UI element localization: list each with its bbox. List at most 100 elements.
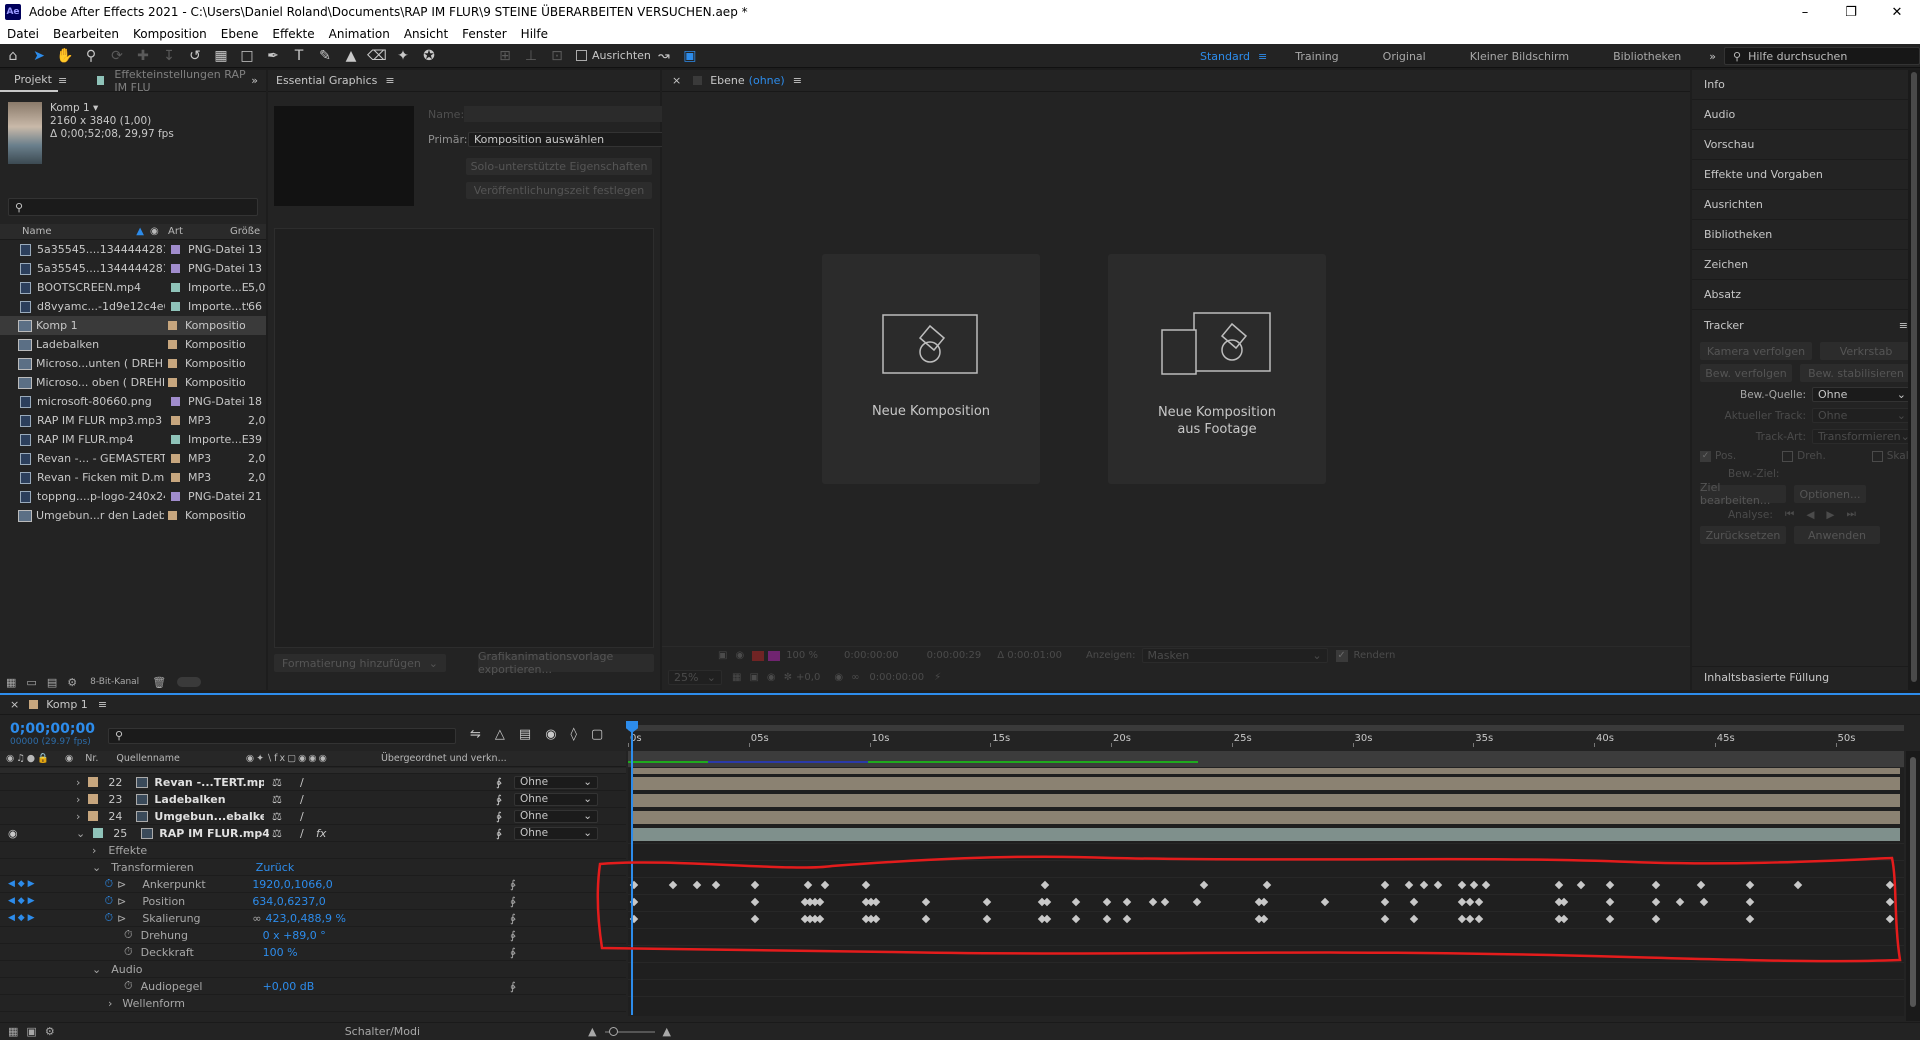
close-icon[interactable]: ✕ — [1874, 0, 1920, 24]
tab-project[interactable]: Projekt — [0, 70, 58, 92]
red-channel-icon[interactable] — [752, 650, 765, 661]
quality-switch-icon[interactable]: ∕ — [300, 793, 304, 806]
layer-source-name[interactable]: Ladebalken — [154, 793, 264, 806]
out-point[interactable]: 0:00:00:29 — [927, 650, 982, 661]
chevron-right-icon[interactable]: › — [76, 793, 80, 806]
eg-export-template-button[interactable]: Grafikanimationsvorlage exportieren... — [478, 650, 654, 676]
label-color-swatch[interactable] — [168, 511, 177, 520]
prop-effects[interactable]: › Effekte — [0, 842, 626, 859]
zoom-slider[interactable] — [604, 1026, 655, 1036]
snap-icon[interactable]: ↝ — [651, 45, 677, 67]
link-icon[interactable]: ∞ — [851, 672, 859, 683]
workspace-training[interactable]: Training — [1273, 50, 1360, 63]
right-panel-item[interactable]: Info — [1692, 70, 1920, 100]
interpret-footage-icon[interactable]: ▦ — [6, 676, 16, 689]
menu-hilfe[interactable]: Hilfe — [514, 27, 555, 41]
layer-bar[interactable] — [632, 768, 1900, 774]
col-size-header[interactable]: Größe — [230, 226, 260, 237]
project-item[interactable]: RAP IM FLUR.mp4 Importe...EX39 — [0, 430, 266, 449]
eg-add-formatting-button[interactable]: Formatierung hinzufügen ⌄ — [274, 654, 446, 672]
track-motion-button[interactable]: Bew. verfolgen — [1700, 364, 1792, 382]
menu-animation[interactable]: Animation — [322, 27, 397, 41]
magenta-channel-icon[interactable] — [768, 650, 781, 661]
time-ruler[interactable]: 0s 05s 10s 15s 20s 25s 30s 35s 40s 45s 50s — [628, 725, 1904, 747]
eg-solo-button[interactable]: Solo-unterstützte Eigenschaften — [466, 158, 652, 175]
delete-icon[interactable]: 🗑 — [152, 676, 166, 689]
workspace-menu-icon[interactable]: ≡ — [1258, 50, 1267, 63]
col-name-header[interactable]: Name ▲ — [0, 226, 150, 237]
prop-transform[interactable]: ⌄ Transformieren Zurück — [0, 859, 626, 876]
layer-label-swatch[interactable] — [93, 828, 104, 838]
layer-label-swatch[interactable] — [88, 794, 99, 804]
project-item[interactable]: Revan -... - GEMASTERT.mp3 MP3 2,0 — [0, 449, 266, 468]
pan-behind-tool-icon[interactable]: ▦ — [208, 45, 234, 67]
align-checkbox[interactable] — [576, 50, 587, 61]
parent-dropdown[interactable]: Ohne ⌄ — [514, 792, 598, 806]
align-toggle[interactable]: Ausrichten — [576, 49, 651, 62]
eraser-tool-icon[interactable]: ⌫ — [364, 45, 390, 67]
new-comp-tile[interactable]: Neue Komposition — [822, 254, 1040, 484]
parent-pickwhip-icon[interactable]: ∳ — [496, 793, 502, 806]
right-panel-item[interactable]: Effekte und Vorgaben — [1692, 160, 1920, 190]
tab-menu-icon[interactable]: ≡ — [385, 74, 394, 87]
label-color-swatch[interactable] — [171, 302, 180, 311]
col-source-header[interactable]: Quellenname — [116, 753, 179, 764]
label-color-swatch[interactable] — [171, 416, 180, 425]
eg-primary-dropdown[interactable]: Komposition auswählen⌄ — [468, 132, 690, 147]
region-icon[interactable]: ▣ — [718, 650, 727, 661]
right-panel-item[interactable]: Audio — [1692, 100, 1920, 130]
transform-reset-link[interactable]: Zurück — [256, 861, 294, 874]
shy-switch-icon[interactable]: ⚖ — [272, 827, 282, 840]
right-panel-item[interactable]: Zeichen — [1692, 250, 1920, 280]
label-color-swatch[interactable] — [168, 359, 177, 368]
view-axis-icon[interactable]: ⊡ — [544, 45, 570, 67]
motion-blur-icon[interactable]: ◊ — [571, 727, 577, 742]
analyze-back-one-icon[interactable]: ◀ — [1806, 509, 1814, 521]
close-tab-icon[interactable]: × — [10, 698, 19, 711]
type-tool-icon[interactable]: T — [286, 45, 312, 67]
layer-bar[interactable] — [632, 828, 1900, 841]
col-nr-header[interactable]: Nr. — [85, 753, 98, 764]
rotation-value[interactable]: 0 x +89,0 ° — [263, 929, 326, 942]
anchor-value[interactable]: 1920,0,1066,0 — [252, 878, 332, 891]
minimize-icon[interactable]: – — [1782, 0, 1828, 24]
prop-rotation[interactable]: ⏱ Drehung 0 x +89,0 ° ∳ — [0, 927, 626, 944]
orbit-camera-icon[interactable]: ⟳ — [104, 45, 130, 67]
fx-switch-icon[interactable]: fx — [316, 827, 326, 840]
label-color-swatch[interactable] — [168, 321, 177, 330]
tab-layer[interactable]: Ebene — [710, 74, 744, 87]
shy-layers-icon[interactable]: ▤ — [519, 727, 531, 742]
brush-tool-icon[interactable]: ✎ — [312, 45, 338, 67]
tracker-title[interactable]: Tracker — [1704, 319, 1744, 332]
project-item[interactable]: Umgebun...r den Ladebalken Komposition — [0, 506, 266, 525]
pan-camera-icon[interactable]: ✚ — [130, 45, 156, 67]
project-item[interactable]: microsoft-80660.png PNG-Datei 18 — [0, 392, 266, 411]
right-panel-item[interactable]: Ausrichten — [1692, 190, 1920, 220]
stabilize-motion-button[interactable]: Bew. stabilisieren — [1800, 364, 1912, 382]
layer-row[interactable]: › 22 Revan -...TERT.mp3 ⚖ ∕ ∳ Ohne ⌄ — [0, 774, 626, 791]
draft-3d-icon[interactable]: △ — [495, 727, 505, 742]
options-button[interactable]: Optionen... — [1794, 485, 1866, 503]
prop-position[interactable]: ◀ ◆ ▶ ⏱ ⊳ Position 634,0,6237,0 ∳ — [0, 893, 626, 910]
scale-value[interactable]: 423,0,488,9 % — [265, 912, 345, 925]
exposure-value[interactable]: +0,0 — [796, 672, 820, 683]
toggle-modes-icon[interactable]: ▣ — [26, 1025, 36, 1038]
label-color-swatch[interactable] — [171, 454, 180, 463]
prop-anchor-point[interactable]: ◀ ◆ ▶ ⏱ ⊳ Ankerpunkt 1920,0,1066,0 ∳ — [0, 876, 626, 893]
toggle-timing-icon[interactable]: ⚙ — [45, 1025, 55, 1038]
workspace-libraries[interactable]: Bibliotheken — [1591, 50, 1703, 63]
quality-switch-icon[interactable]: ∕ — [300, 810, 304, 823]
right-panel-item[interactable]: Absatz — [1692, 280, 1920, 310]
new-folder-icon[interactable]: ▭ — [26, 676, 36, 689]
chevron-right-icon[interactable]: › — [76, 810, 80, 823]
edit-target-button[interactable]: Ziel bearbeiten... — [1700, 481, 1786, 507]
reset-button[interactable]: Zurücksetzen — [1700, 526, 1786, 544]
timeline-search-input[interactable]: ⚲ — [108, 728, 456, 744]
puppet-pin-icon[interactable]: ✪ — [416, 45, 442, 67]
av-features-icons[interactable]: ◉♫●🔒 — [6, 753, 51, 764]
comp-mini-flowchart-icon[interactable]: ⇋ — [470, 727, 481, 742]
menu-komposition[interactable]: Komposition — [126, 27, 214, 41]
right-scrollbar[interactable] — [1908, 70, 1920, 690]
zoom-tool-icon[interactable]: ⚲ — [78, 45, 104, 67]
viewer-zoom-value[interactable]: 100 % — [786, 650, 818, 661]
